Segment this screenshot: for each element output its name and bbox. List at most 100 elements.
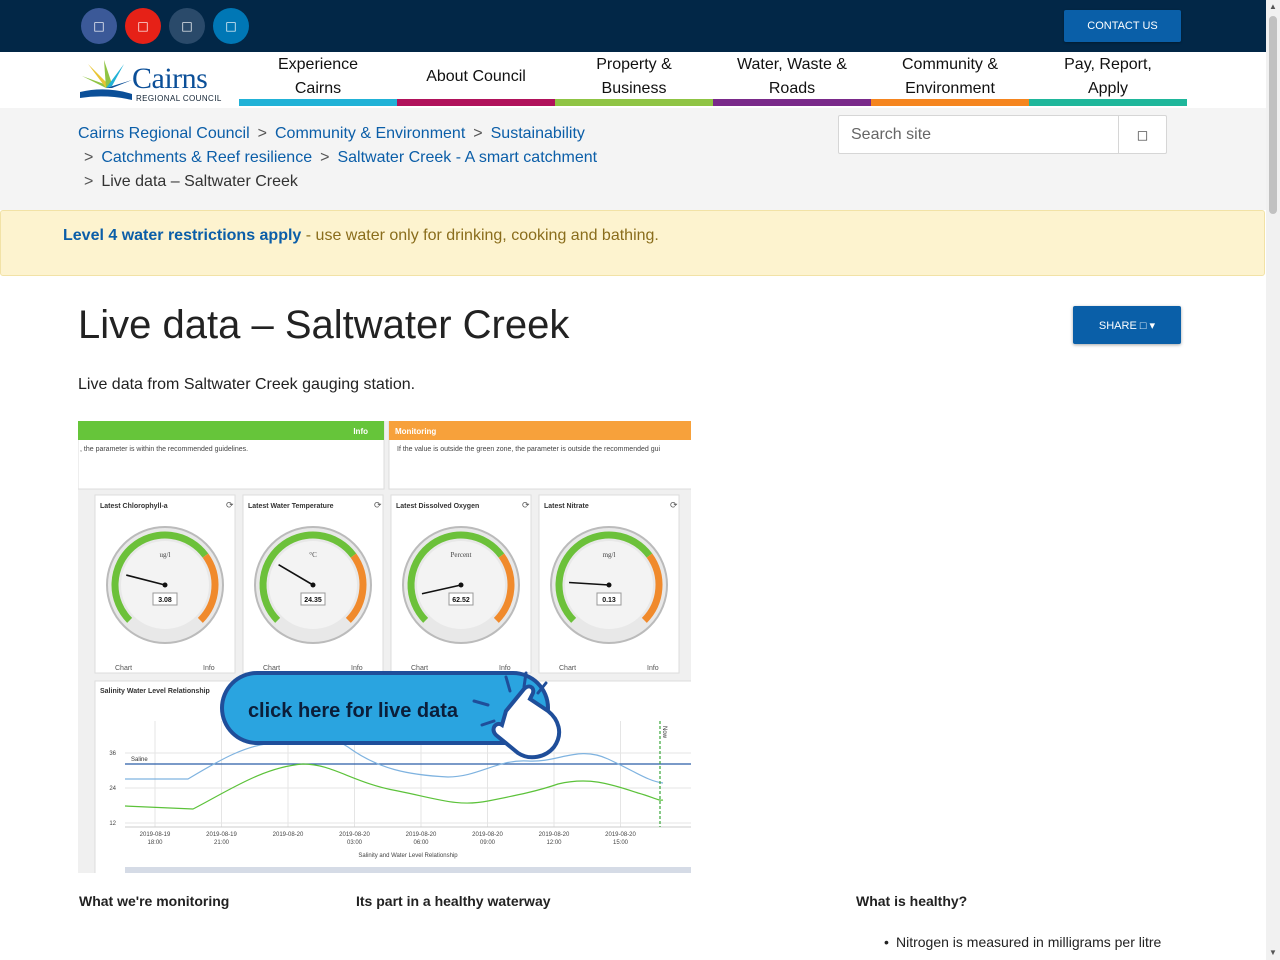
nav-item-label: Pay, Report, Apply [1064,55,1152,97]
y-tick: 24 [109,786,116,792]
gauge-hub [162,582,168,588]
x-tick-time: 03:00 [347,840,363,846]
nav-item-community-environment[interactable]: Community & Environment [871,52,1029,106]
navigator-bar [125,867,691,873]
info-link: Info [351,665,363,672]
dashboard-graphic: Info , the parameter is within the recomm… [78,421,691,873]
nav-item-label: About Council [426,67,526,85]
instagram-icon[interactable]: □ [169,8,205,44]
gauge-value: 24.35 [304,597,322,604]
refresh-icon: ⟳ [374,501,382,511]
linkedin-icon[interactable]: □ [213,8,249,44]
info-link: Info [499,665,511,672]
x-tick-time: 21:00 [214,840,230,846]
info-panel-header [78,421,384,440]
alert-text: - use water only for drinking, cooking a… [301,227,659,244]
gauge-title: Latest Water Temperature [248,503,334,510]
column-heading-what-is-healthy: What is healthy? [856,893,968,909]
x-tick-time: 12:00 [546,840,562,846]
info-panel-label: Info [353,427,368,436]
refresh-icon: ⟳ [226,501,234,511]
scrollbar-thumb[interactable] [1269,16,1277,214]
x-tick-time: 06:00 [413,840,429,846]
x-tick-date: 2019-08-20 [539,832,570,838]
column-heading-monitoring: What we're monitoring [79,893,230,909]
youtube-icon[interactable]: □ [125,8,161,44]
breadcrumb-item[interactable]: Saltwater Creek - A smart catchment [337,149,597,166]
nav-item-experience-cairns[interactable]: Experience Cairns [239,52,397,106]
page-scrollbar[interactable]: ▲ ▼ [1266,0,1280,960]
water-restriction-alert: Level 4 water restrictions apply - use w… [0,210,1265,276]
x-tick-time: 15:00 [613,840,629,846]
breadcrumb-item[interactable]: Catchments & Reef resilience [101,149,312,166]
info-link: Info [203,665,215,672]
nav-item-label: Community & Environment [901,55,999,97]
breadcrumb-item[interactable]: Sustainability [491,125,585,142]
gauge-title: Latest Nitrate [544,503,589,510]
scroll-up-arrow-icon[interactable]: ▲ [1269,2,1277,11]
x-tick-date: 2019-08-20 [406,832,437,838]
y-tick: 36 [109,751,116,757]
scroll-down-arrow-icon[interactable]: ▼ [1269,948,1277,957]
cairns-logo[interactable]: Cairns REGIONAL COUNCIL [78,58,228,104]
nav-item-label: Experience Cairns [277,55,359,97]
saline-label: Saline [131,757,148,763]
x-tick-date: 2019-08-20 [472,832,503,838]
logo-subtitle: REGIONAL COUNCIL [136,94,222,103]
salinity-title: Salinity Water Level Relationship [100,688,210,695]
info-panel-text: , the parameter is within the recommende… [80,446,248,453]
nav-item-pay-report-apply[interactable]: Pay, Report, Apply [1029,52,1187,106]
x-tick-time: 18:00 [147,840,163,846]
nav-item-label: Water, Waste & Roads [737,55,847,97]
breadcrumb: Cairns Regional Council > Community & Envi… [78,125,598,190]
x-tick-date: 2019-08-19 [140,832,171,838]
x-tick-time: 09:00 [480,840,496,846]
facebook-icon[interactable]: □ [81,8,117,44]
gauge-unit: mg/l [603,551,616,559]
y-tick: 12 [109,821,116,827]
gauge-title: Latest Chlorophyll-a [100,503,168,510]
refresh-icon: ⟳ [670,501,678,511]
page-title: Live data – Saltwater Creek [78,303,570,347]
x-tick-date: 2019-08-20 [273,832,304,838]
nav-item-about-council[interactable]: About Council [397,52,555,106]
gauge-value: 0.13 [602,597,616,604]
top-bar: □ □ □ □ CONTACT US [0,0,1266,52]
gauge-hub [310,582,316,588]
share-button[interactable]: SHARE □ ▾ [1073,306,1181,344]
monitoring-panel-label: Monitoring [395,427,436,436]
nav-item-label: Property & Business [596,55,672,97]
chart-link: Chart [559,665,576,672]
live-data-cta-text: click here for live data [248,700,459,722]
x-tick-date: 2019-08-20 [339,832,370,838]
now-label: Now [661,726,667,739]
gauge-unit: Percent [451,551,472,559]
nav-item-water-waste-roads[interactable]: Water, Waste & Roads [713,52,871,106]
chart-link: Chart [263,665,280,672]
search-icon: □ [1136,127,1149,142]
breadcrumb-area: Cairns Regional Council > Community & Envi… [0,108,1266,210]
logo-icon [80,60,132,100]
column-heading-healthy-waterway: Its part in a healthy waterway [356,893,551,909]
info-link: Info [647,665,659,672]
breadcrumb-item[interactable]: Community & Environment [275,125,465,142]
gauge-hub [458,582,464,588]
monitoring-panel-text: If the value is outside the green zone, … [397,446,660,453]
x-tick-date: 2019-08-20 [605,832,636,838]
water-restrictions-link[interactable]: Level 4 water restrictions apply [63,227,301,244]
intro-text: Live data from Saltwater Creek gauging s… [78,376,416,393]
refresh-icon: ⟳ [522,501,530,511]
chart-link: Chart [115,665,132,672]
breadcrumb-current: Live data – Saltwater Creek [101,173,298,190]
live-data-dashboard-image[interactable]: Info , the parameter is within the recomm… [78,421,691,873]
nav-item-property-business[interactable]: Property & Business [555,52,713,106]
chart-link: Chart [411,665,428,672]
breadcrumb-item[interactable]: Cairns Regional Council [78,125,250,142]
search-input[interactable] [839,116,1119,153]
logo-wordmark: Cairns [132,62,208,95]
gauge-value: 3.08 [158,597,172,604]
search-button[interactable]: □ [1118,116,1166,153]
gauge-value: 62.52 [452,597,470,604]
x-axis-caption: Salinity and Water Level Relationship [358,853,458,859]
contact-us-button[interactable]: CONTACT US [1064,10,1181,42]
